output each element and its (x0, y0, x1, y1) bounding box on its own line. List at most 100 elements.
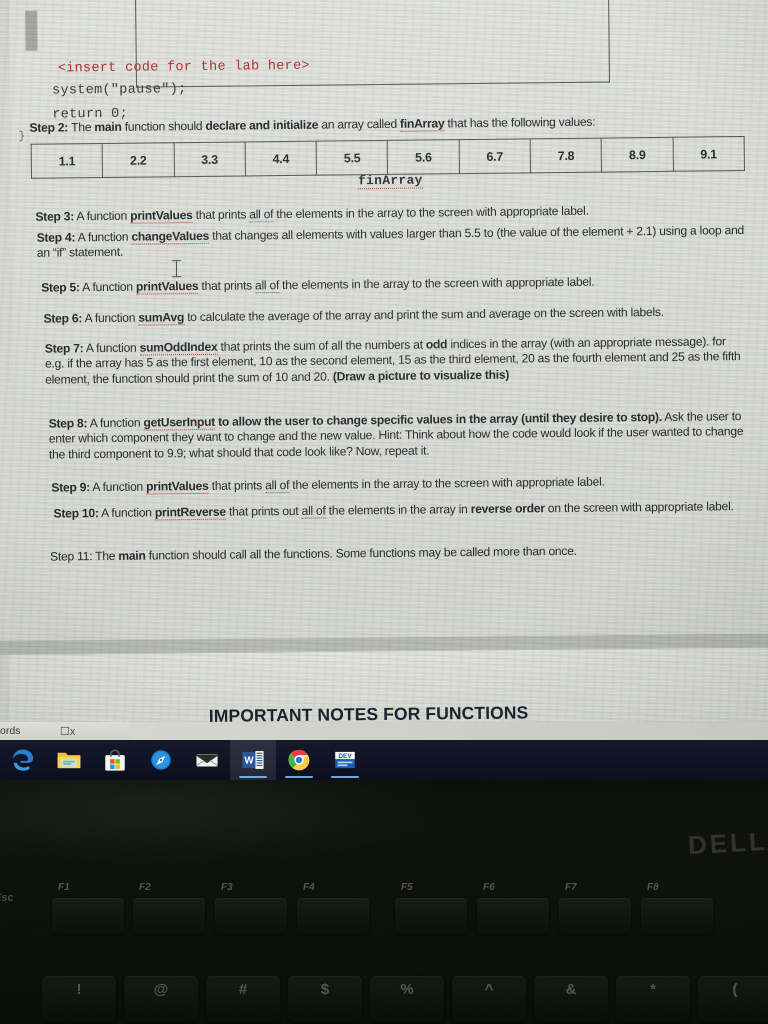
step-3-fn: printValues (130, 208, 193, 224)
number-key-row: ! @ # $ % ^ & * ( (0, 976, 768, 1024)
array-cell-0: 1.1 (31, 143, 103, 179)
taskbar-item-mail[interactable] (184, 740, 230, 780)
key-f2[interactable]: F2 (133, 882, 205, 934)
key-8-label: * (650, 981, 656, 998)
word-count-label[interactable]: ords (0, 725, 20, 737)
taskbar-item-compass[interactable] (138, 740, 184, 780)
key-5[interactable]: % (370, 976, 444, 1022)
array-cell-6: 6.7 (458, 138, 531, 174)
step-9-text-b: that prints (208, 478, 266, 493)
step-10-bold-reverse: reverse order (470, 501, 545, 517)
step-10-text-b: that prints out (225, 503, 302, 519)
key-f7[interactable]: F7 (559, 882, 631, 934)
array-cell-1: 2.2 (102, 142, 175, 178)
step-5-paragraph: Step 5: A function printValues that prin… (41, 273, 741, 296)
step-5-label: Step 5: (41, 280, 80, 295)
taskbar-item-dev-app[interactable]: DEV (322, 740, 368, 780)
step-4-paragraph: Step 4: A function changeValues that cha… (37, 223, 747, 261)
key-3[interactable]: # (206, 976, 280, 1022)
key-6[interactable]: ^ (452, 976, 526, 1022)
step-11-label: Step 11: (50, 549, 93, 564)
step-2-finarray: finArray (399, 116, 445, 132)
taskbar-item-edge[interactable] (0, 740, 46, 780)
step-3-underlined: all of (249, 207, 274, 223)
key-f4[interactable]: F4 (297, 882, 369, 934)
step-5-text-c: the elements in the array to the screen … (278, 274, 595, 293)
step-11-paragraph: Step 11: The main function should call a… (50, 542, 740, 565)
key-7[interactable]: & (534, 976, 608, 1022)
dell-logo: DELL (687, 825, 768, 861)
step-8-label: Step 8: (48, 416, 88, 431)
word-icon: W (242, 751, 264, 769)
step-2-bold-main: main (94, 119, 122, 135)
step-7-bold-draw: (Draw a picture to visualize this) (332, 367, 510, 384)
step-8-fn: getUserInput (143, 414, 216, 431)
array-cell-4: 5.5 (316, 140, 388, 176)
taskbar-item-microsoft-store[interactable] (92, 740, 138, 780)
key-9[interactable]: ( (698, 976, 768, 1022)
taskbar-item-chrome[interactable] (276, 740, 322, 780)
step-10-paragraph: Step 10: A function printReverse that pr… (54, 499, 744, 522)
step-10-fn: printReverse (154, 504, 226, 521)
step-2-text-d: that has the following values: (444, 114, 596, 131)
mail-icon (196, 754, 218, 767)
accessibility-icon[interactable]: ☐x (60, 725, 75, 738)
key-1[interactable]: ! (42, 976, 116, 1022)
key-5-label: % (400, 981, 414, 998)
array-cell-9: 9.1 (672, 136, 745, 172)
key-f4-label: F4 (303, 882, 315, 893)
document-content: <insert code for the lab here> system("p… (0, 0, 768, 730)
step-9-fn: printValues (146, 478, 209, 495)
key-f2-label: F2 (139, 882, 151, 893)
key-f1[interactable]: F1 (52, 882, 124, 934)
array-cell-3: 4.4 (245, 141, 317, 176)
step-3-paragraph: Step 3: A function printValues that prin… (35, 202, 735, 225)
key-f5[interactable]: F5 (395, 882, 467, 934)
step-4-text-a: A function (75, 229, 132, 245)
key-2[interactable]: @ (124, 976, 198, 1022)
step-6-fn: sumAvg (138, 310, 185, 326)
step-4-label: Step 4: (36, 230, 76, 245)
svg-text:DEV: DEV (338, 753, 352, 760)
step-3-label: Step 3: (35, 209, 75, 224)
key-8[interactable]: * (616, 976, 690, 1022)
text-cursor-ibeam (172, 260, 181, 277)
step-11-text-a: The (92, 548, 119, 564)
key-f8-label: F8 (647, 882, 659, 893)
word-document-viewport[interactable]: <insert code for the lab here> system("p… (0, 0, 768, 730)
step-3-text-b: that prints (192, 207, 250, 223)
compass-icon (151, 750, 171, 770)
step-11-text-b: function should call all the functions. … (145, 543, 577, 563)
step-10-label: Step 10: (53, 506, 99, 521)
step-2-paragraph: Step 2: The main function should declare… (29, 113, 739, 136)
key-7-label: & (565, 981, 577, 998)
folder-icon (57, 752, 81, 769)
finarray-caption: finArray (357, 172, 423, 190)
key-3-label: # (238, 981, 248, 998)
key-f3[interactable]: F3 (215, 882, 287, 934)
step-6-paragraph: Step 6: A function sumAvg to calculate t… (43, 304, 748, 327)
taskbar-item-file-explorer[interactable] (46, 740, 92, 780)
key-4[interactable]: $ (288, 976, 362, 1022)
step-5-fn: printValues (135, 278, 199, 295)
key-f6[interactable]: F6 (477, 882, 549, 934)
laptop-body: DELL Esc F1 F2 F3 F4 F5 F6 F7 F8 ! @ # $… (0, 780, 768, 1024)
array-cell-5: 5.6 (387, 139, 460, 175)
windows-taskbar[interactable]: W DEV (0, 740, 768, 780)
step-7-text-a: A function (83, 340, 140, 356)
step-9-text-c: the elements in the array to the screen … (289, 474, 605, 492)
step-2-text-c: an array called (318, 116, 401, 132)
step-6-text-a: A function (82, 310, 139, 326)
status-bar-background (130, 722, 768, 742)
step-5-underlined: all of (254, 278, 280, 294)
taskbar-item-word[interactable]: W (230, 740, 276, 780)
step-8-text-a: A function (87, 415, 144, 431)
store-icon (105, 749, 125, 771)
step-3-text-a: A function (73, 208, 131, 224)
chrome-icon (288, 749, 310, 771)
step-7-paragraph: Step 7: A function sumOddIndex that prin… (45, 334, 745, 387)
key-f8[interactable]: F8 (641, 882, 713, 934)
word-status-bar[interactable]: ords ☐x (0, 722, 768, 742)
key-4-label: $ (320, 981, 330, 998)
step-10-text-c: the elements in the array in (325, 502, 471, 518)
